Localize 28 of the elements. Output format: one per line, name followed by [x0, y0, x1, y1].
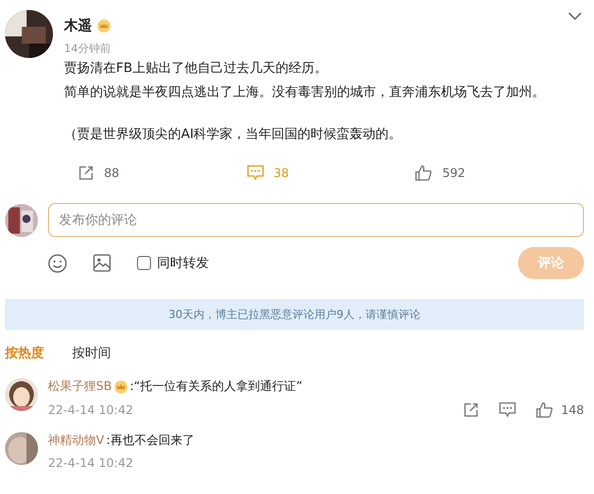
comment-text: :“托一位有关系的人拿到通行证” — [130, 378, 302, 395]
comment-time: 22-4-14 10:42 — [48, 403, 134, 417]
like-button[interactable]: 592 — [415, 165, 584, 181]
repost-icon[interactable] — [463, 402, 480, 418]
author-name[interactable]: 木遥 — [64, 17, 92, 35]
post-text: 简单的说就是半夜四点逃出了上海。没有毒害别的城市，直奔浦东机场飞去了加州。 — [64, 85, 545, 101]
post-text: 贾扬清在FB上贴出了他自己过去几天的经历。 — [64, 61, 328, 77]
commenter-name[interactable]: 神精动物V — [48, 432, 104, 449]
comment-text: :再也不会回来了 — [106, 432, 194, 449]
image-icon[interactable] — [93, 254, 111, 272]
repost-button[interactable]: 88 — [78, 165, 247, 181]
post-text: （贾是世界级顶尖的AI科学家，当年回国的时候蛮轰动的。 — [64, 127, 403, 143]
notice-banner: 30天内，博主已拉黑恶意评论用户9人，请谨慎评论 — [5, 299, 584, 330]
commenter-name[interactable]: 松果子狸SB — [48, 378, 112, 395]
like-button[interactable]: 148 — [536, 402, 584, 418]
chevron-down-icon[interactable] — [568, 12, 582, 21]
repost-icon — [78, 165, 94, 181]
comment-icon — [246, 165, 264, 181]
emoji-icon[interactable] — [48, 254, 67, 272]
comment-icon[interactable] — [499, 402, 516, 418]
checkbox[interactable] — [137, 256, 151, 270]
thumbs-up-icon — [415, 165, 432, 181]
comment-time: 22-4-14 10:42 — [48, 456, 134, 470]
checkbox-label[interactable]: 同时转发 — [157, 254, 209, 272]
comment-input-field[interactable]: 发布你的评论 — [48, 203, 584, 237]
sort-tab[interactable]: 按时间 — [72, 344, 111, 362]
post-time: 14分钟前 — [64, 41, 112, 56]
thumbs-up-icon — [536, 402, 554, 418]
